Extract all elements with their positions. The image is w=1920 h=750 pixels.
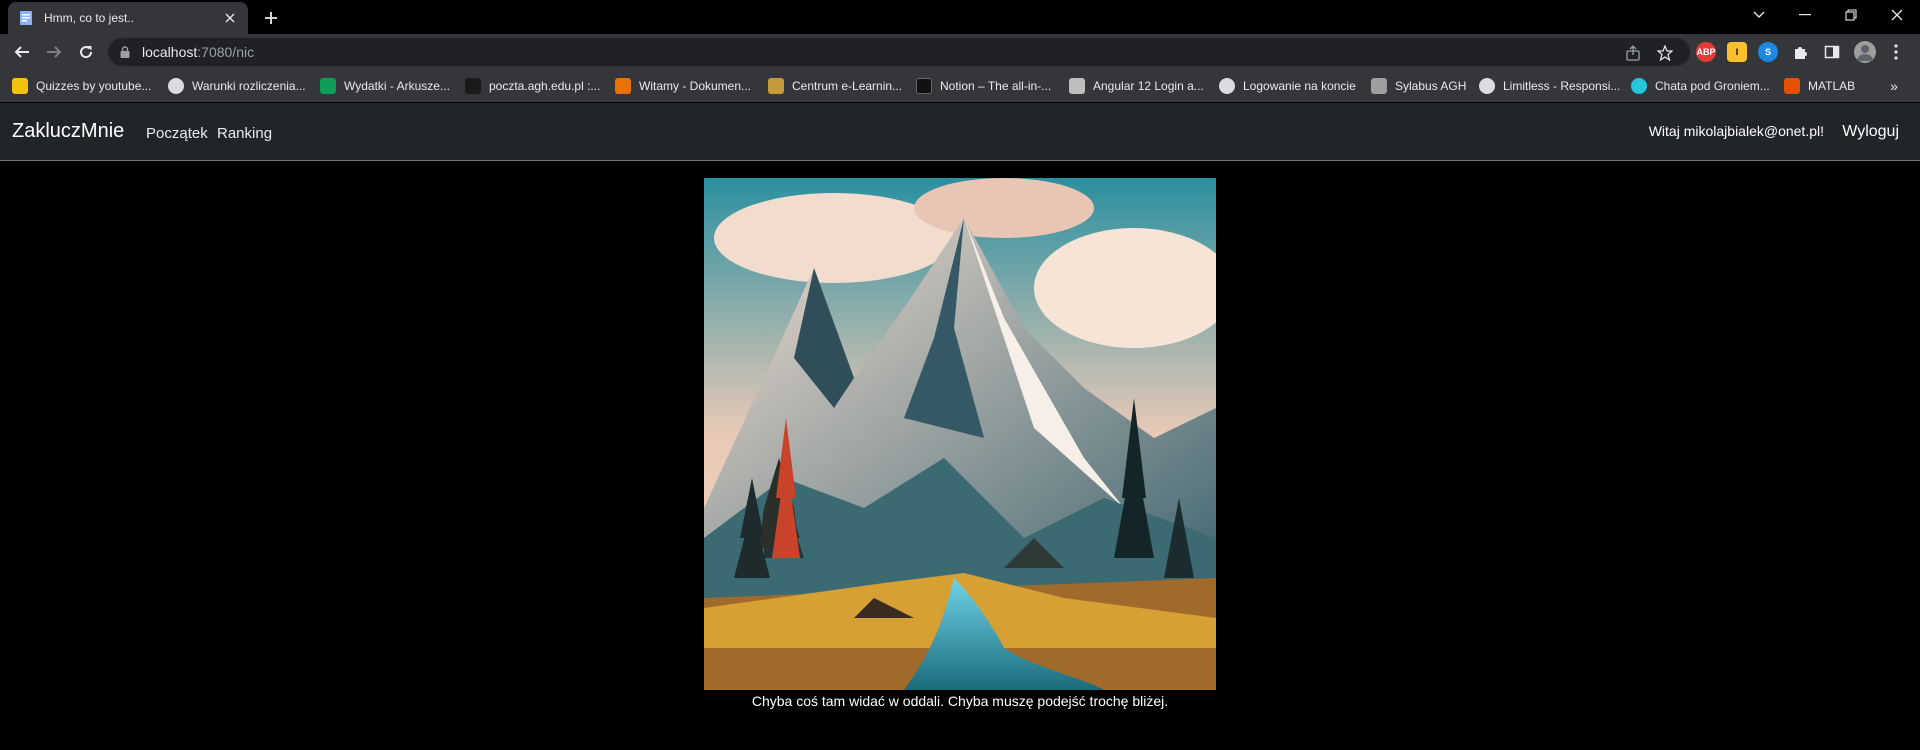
browser-tab[interactable]: Hmm, co to jest.. [8,2,248,34]
reload-icon[interactable] [74,40,98,64]
bookmark-favicon-icon [768,78,784,94]
new-tab-button[interactable] [260,7,282,29]
bookmark-favicon-icon [615,78,631,94]
lock-icon[interactable] [120,45,134,59]
star-icon[interactable] [1656,44,1674,62]
browser-tab-strip: Hmm, co to jest.. [0,0,1920,34]
tab-search-icon[interactable] [1736,0,1782,30]
app-navbar: ZakluczMnie Początek Ranking Witaj mikol… [0,103,1920,161]
address-bar[interactable]: localhost:7080/nic [108,38,1690,66]
nav-link-ranking[interactable]: Ranking [217,125,272,142]
bookmark-item[interactable]: Wydatki - Arkusze... [320,77,450,95]
brand-link[interactable]: ZakluczMnie [12,120,124,143]
back-icon[interactable] [10,40,34,64]
bookmark-favicon-icon [465,78,481,94]
bookmark-favicon-icon [1069,78,1085,94]
bookmark-item[interactable]: MATLAB [1784,77,1855,95]
bookmark-favicon-icon [1479,78,1495,94]
bookmark-item[interactable]: Angular 12 Login a... [1069,77,1204,95]
bookmark-item[interactable]: Warunki rozliczenia... [168,77,306,95]
bookmark-favicon-icon [168,78,184,94]
bookmark-item[interactable]: Sylabus AGH [1371,77,1466,95]
logout-link[interactable]: Wyloguj [1842,123,1899,141]
bookmark-item[interactable]: poczta.agh.edu.pl :... [465,77,600,95]
extension-yellow-icon[interactable]: I [1727,42,1747,62]
bookmark-item[interactable]: Logowanie na koncie [1219,77,1356,95]
close-icon[interactable] [222,10,238,26]
document-icon [18,10,34,26]
share-icon[interactable] [1624,44,1642,62]
image-caption: Chyba coś tam widać w oddali. Chyba musz… [751,693,1169,709]
user-greeting: Witaj mikolajbialek@onet.pl! [1648,123,1824,139]
bookmark-favicon-icon [1631,78,1647,94]
browser-toolbar: localhost:7080/nic ABP I S [0,34,1920,70]
matlab-icon [1784,78,1800,94]
bookmark-item[interactable]: Chata pod Groniem... [1631,77,1770,95]
restore-button[interactable] [1828,0,1874,30]
minimize-button[interactable] [1782,0,1828,30]
bookmark-item[interactable]: Notion – The all-in-... [916,77,1051,95]
url-path: :7080/nic [197,44,255,60]
bookmark-favicon-icon [1371,78,1387,94]
close-window-button[interactable] [1874,0,1920,30]
shazam-icon[interactable]: S [1758,42,1778,62]
bookmark-item[interactable]: Centrum e-Learnin... [768,77,902,95]
bookmark-item[interactable]: Quizzes by youtube... [12,77,151,95]
url-host: localhost [142,44,198,60]
forward-icon[interactable] [42,40,66,64]
side-panel-icon[interactable] [1822,42,1842,62]
bookmark-item[interactable]: Witamy - Dokumen... [615,77,751,95]
bookmark-item[interactable]: Limitless - Responsi... [1479,77,1620,95]
chevron-right-icon[interactable]: » [1886,78,1902,94]
bookmark-favicon-icon [916,78,932,94]
avatar[interactable] [1854,41,1876,63]
bookmark-favicon-icon [1219,78,1235,94]
bookmarks-bar: Quizzes by youtube... Warunki rozliczeni… [0,70,1920,102]
bookmark-favicon-icon [320,78,336,94]
nav-link-start[interactable]: Początek [146,125,208,142]
menu-icon[interactable] [1886,42,1906,62]
tab-title: Hmm, co to jest.. [44,11,135,25]
adblock-icon[interactable]: ABP [1696,42,1716,62]
puzzle-icon[interactable] [1790,42,1810,62]
landscape-image [704,178,1216,690]
bookmark-favicon-icon [12,78,28,94]
